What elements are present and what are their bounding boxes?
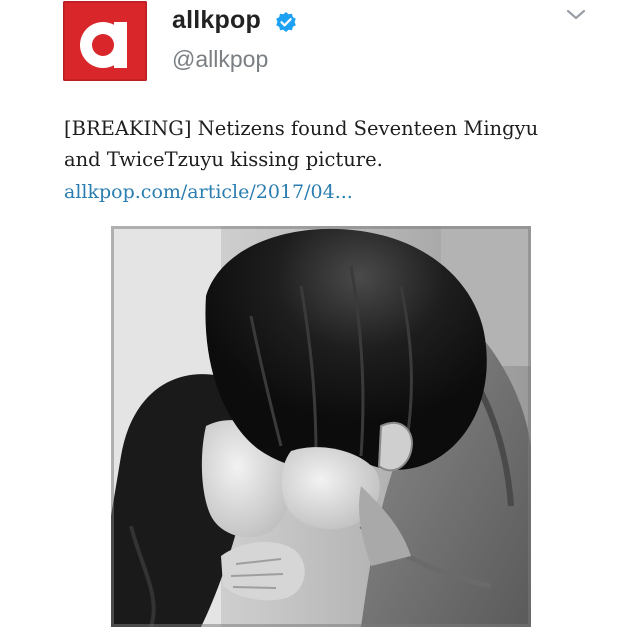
- tweet-photo[interactable]: [111, 226, 531, 627]
- verified-badge-icon: [276, 12, 296, 32]
- tweet-text: [BREAKING] Netizens found Seventeen Ming…: [64, 113, 604, 175]
- tweet-card: allkpop @allkpop [BREAKING] Netizens fou…: [0, 0, 640, 627]
- display-name[interactable]: allkpop: [172, 6, 261, 35]
- article-link[interactable]: allkpop.com/article/2017/04...: [64, 181, 353, 203]
- tweet-text-line: and TwiceTzuyu kissing picture.: [64, 148, 383, 171]
- avatar[interactable]: [63, 1, 147, 81]
- photo-image: [111, 226, 531, 627]
- account-handle[interactable]: @allkpop: [172, 46, 268, 73]
- allkpop-logo-icon: [63, 1, 147, 81]
- tweet-text-line: [BREAKING] Netizens found Seventeen Ming…: [64, 117, 539, 140]
- chevron-down-icon[interactable]: [566, 8, 586, 22]
